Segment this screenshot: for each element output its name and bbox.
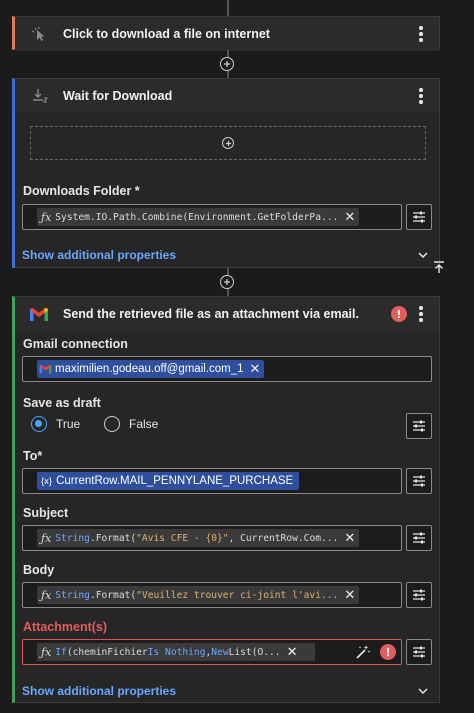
inner-step-dropzone[interactable] [30,126,426,160]
chevron-down-icon[interactable] [417,685,429,697]
remove-chip-icon[interactable]: ✕ [344,588,355,603]
add-step-icon[interactable] [220,57,234,71]
variable-value: CurrentRow.MAIL_PENNYLANE_PURCHASE [56,475,294,487]
remove-chip-icon[interactable]: ✕ [344,531,355,546]
remove-chip-icon[interactable]: ✕ [344,210,355,225]
gmail-icon [39,364,52,374]
function-icon: ƒx [41,645,52,659]
function-icon: ƒx [41,531,52,545]
parameter-options-button[interactable] [406,525,432,551]
more-options-icon[interactable] [413,304,429,324]
step-card-download-click[interactable]: Click to download a file on internet [12,16,440,51]
expression-chip[interactable]: ƒx String .Format("Avis CFE - {0}", Curre… [37,529,359,547]
parameter-options-button[interactable] [406,639,432,665]
radio-true-label: True [56,417,81,431]
expression-text: , CurrentRow.Com... [228,532,339,544]
sliders-icon [413,475,425,487]
expression-keyword: String [55,589,90,601]
expression-text: List(O... [228,646,281,658]
sliders-icon [413,420,425,432]
step-title: Click to download a file on internet [63,27,270,41]
connection-chip[interactable]: maximilien.godeau.off@gmail.com_1 ✕ [37,360,265,378]
expression-text: .Format( [89,589,137,601]
show-additional-properties-link[interactable]: Show additional properties [22,248,176,262]
parameter-options-button[interactable] [406,204,432,230]
error-icon[interactable]: ! [391,306,407,322]
more-options-icon[interactable] [413,24,429,44]
expression-string: "Veuillez trouver ci-joint l'avi... [136,589,339,601]
parameter-options-button[interactable] [406,582,432,608]
mouse-click-icon [31,26,47,47]
expression-keyword: New [211,646,229,658]
expression-text: System.IO.Path.Combine(Environment.GetFo… [55,211,339,223]
radio-true[interactable] [31,416,47,432]
expression-keyword: If [55,646,67,658]
expression-text: (cheminFichier [66,646,148,658]
expression-string: "Avis CFE - {0}" [136,532,229,544]
expression-chip[interactable]: ƒx String .Format("Veuillez trouver ci-jo… [37,586,359,604]
wait-download-icon [31,88,49,109]
parameter-options-button[interactable] [406,413,432,439]
gmail-icon [29,307,49,327]
scroll-to-top-icon[interactable] [432,260,446,274]
gmail-connection-label: Gmail connection [23,337,128,351]
attachments-label: Attachment(s) [23,620,108,634]
connection-value: maximilien.godeau.off@gmail.com_1 [55,363,244,375]
downloads-folder-label: Downloads Folder * [23,184,140,198]
function-icon: ƒx [41,588,52,602]
sliders-icon [413,532,425,544]
expression-keyword: String [55,532,90,544]
variable-icon: {x} [41,475,53,487]
expression-chip[interactable]: ƒx If (cheminFichier Is Nothing, New List… [37,643,315,661]
remove-chip-icon[interactable]: ✕ [250,362,261,377]
add-step-icon[interactable] [220,275,234,289]
show-additional-properties-link[interactable]: Show additional properties [22,684,176,698]
add-step-icon[interactable] [222,137,234,149]
attachments-input[interactable]: ƒx If (cheminFichier Is Nothing, New List… [22,639,402,665]
parameter-options-button[interactable] [406,468,432,494]
magic-wand-icon[interactable] [355,644,371,660]
downloads-folder-input[interactable]: ƒx System.IO.Path.Combine(Environment.Ge… [22,204,402,230]
sliders-icon [413,646,425,658]
error-icon[interactable]: ! [380,644,396,660]
sliders-icon [413,211,425,223]
gmail-connection-input[interactable]: maximilien.godeau.off@gmail.com_1 ✕ [22,356,432,382]
subject-label: Subject [23,506,69,520]
chevron-down-icon[interactable] [417,249,429,261]
flow-connector-line [227,0,229,16]
body-input[interactable]: ƒx String .Format("Veuillez trouver ci-jo… [22,582,402,608]
subject-input[interactable]: ƒx String .Format("Avis CFE - {0}", Curre… [22,525,402,551]
step-title: Wait for Download [63,89,173,103]
more-options-icon[interactable] [413,86,429,106]
step-card-send-email[interactable]: Send the retrieved file as an attachment… [12,296,440,703]
expression-chip[interactable]: ƒx System.IO.Path.Combine(Environment.Ge… [37,208,359,226]
function-icon: ƒx [41,210,52,224]
variable-chip[interactable]: {x} CurrentRow.MAIL_PENNYLANE_PURCHASE [37,472,300,490]
sliders-icon [413,589,425,601]
radio-false[interactable] [104,416,120,432]
radio-false-label: False [129,417,159,431]
to-label: To* [23,449,43,463]
body-label: Body [23,563,55,577]
expression-text: .Format( [89,532,137,544]
expression-keyword: Is Nothing [147,646,206,658]
to-input[interactable]: {x} CurrentRow.MAIL_PENNYLANE_PURCHASE [22,468,402,494]
save-as-draft-label: Save as draft [23,396,101,410]
step-title: Send the retrieved file as an attachment… [63,307,359,321]
remove-chip-icon[interactable]: ✕ [287,645,298,660]
downloads-folder-section: Downloads Folder * ƒx System.IO.Path.Com… [12,176,440,268]
